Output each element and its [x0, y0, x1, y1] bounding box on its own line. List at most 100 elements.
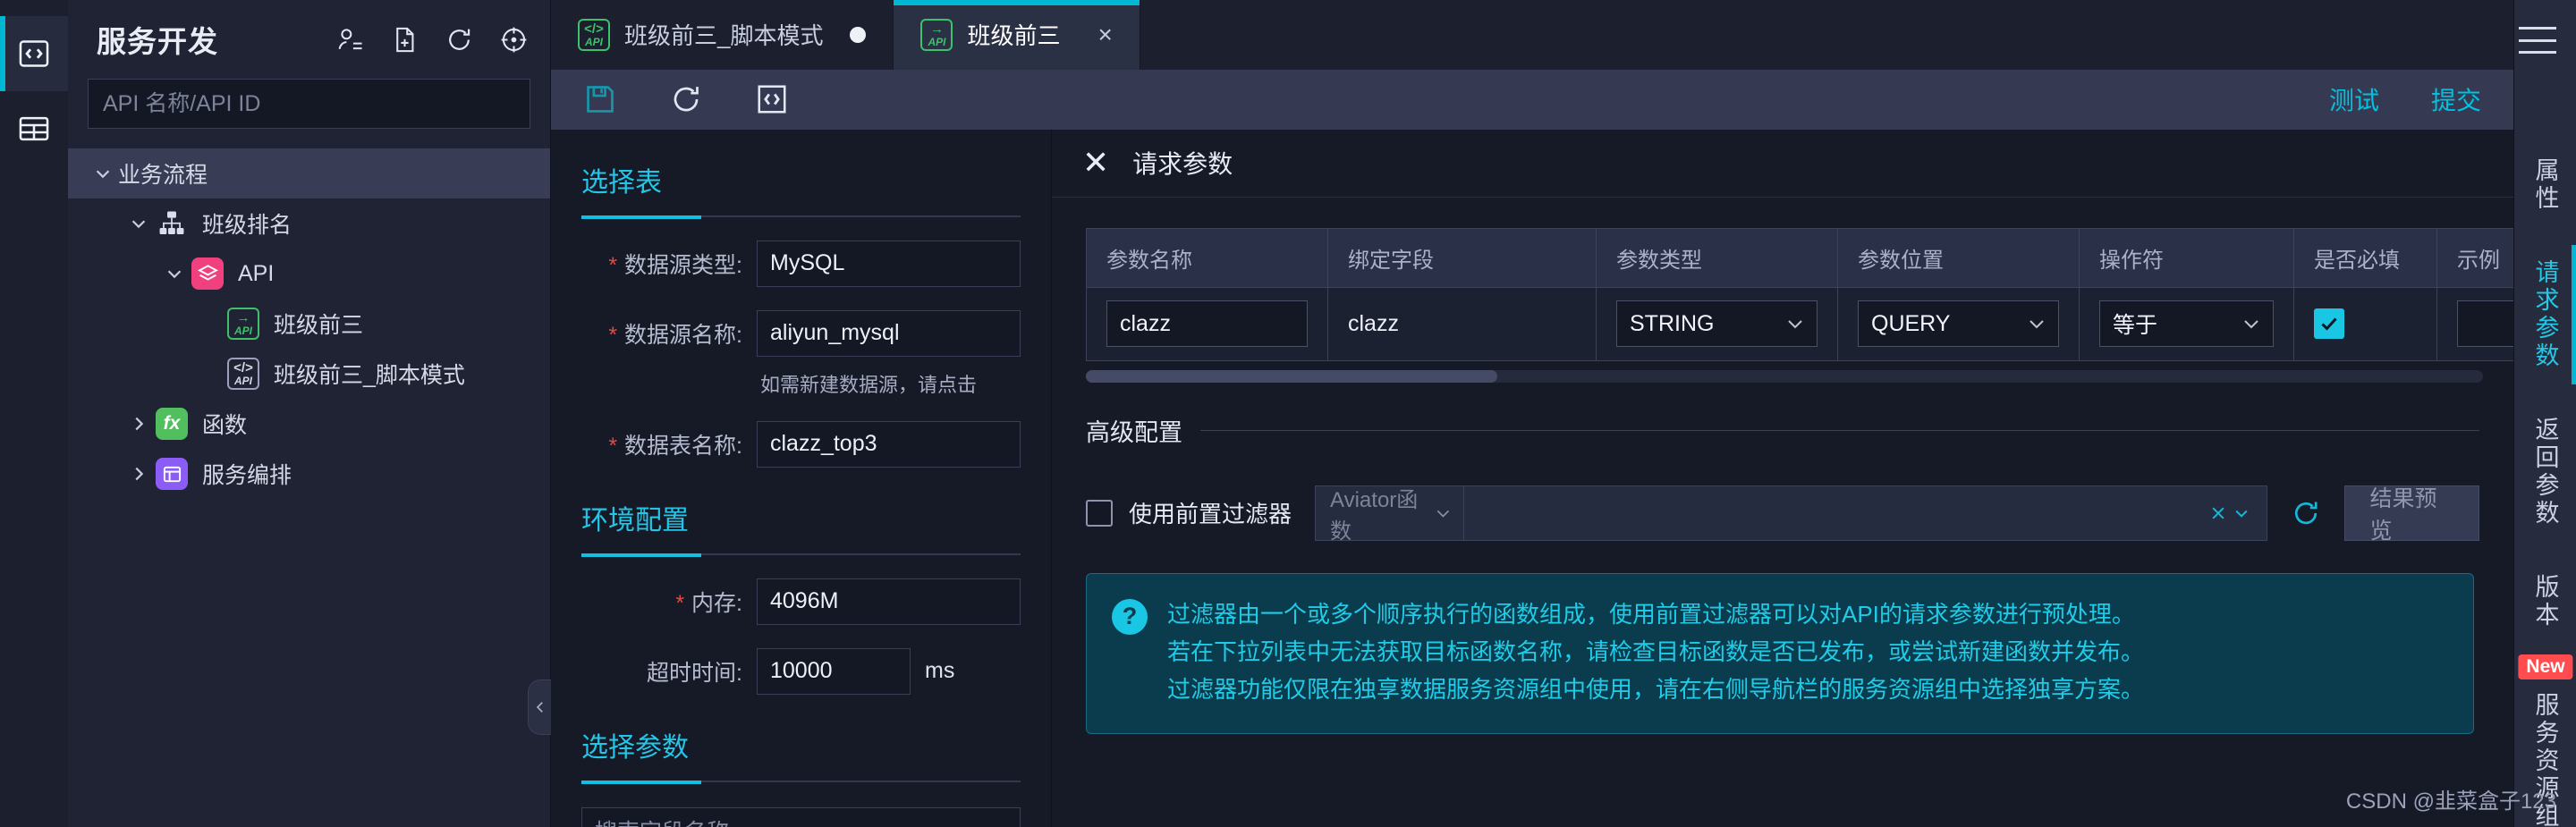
tree-item-functions[interactable]: fx 函数	[68, 399, 550, 449]
table-row: clazz clazz STRING QUERY 等于	[1086, 286, 2513, 361]
api-arrow-icon: → API	[920, 18, 953, 51]
field-timeout: 超时时间: 10000 ms	[581, 647, 1021, 695]
datasource-name-select[interactable]: aliyun_mysql	[757, 309, 1021, 357]
toolbar-actions: 测试 提交	[2329, 81, 2481, 117]
tree-item-label: 班级前三	[274, 313, 364, 338]
pre-filter-row: 使用前置过滤器 Aviator函数 结果预览	[1086, 485, 2479, 544]
tip-line: 若在下拉列表中无法获取目标函数名称，请检查目标函数是否已发布，或尝试新建函数并发…	[1167, 637, 2145, 665]
save-button[interactable]	[583, 82, 617, 116]
clear-and-dropdown[interactable]	[2209, 504, 2250, 522]
tree-item-class-ranking[interactable]: 班级排名	[68, 198, 550, 249]
param-type-select[interactable]: STRING	[1616, 300, 1818, 348]
field-value: MySQL	[770, 250, 845, 276]
refresh-icon[interactable]	[445, 25, 474, 55]
close-icon[interactable]	[2209, 504, 2227, 522]
question-icon: ?	[1112, 598, 1148, 635]
rail-item-table[interactable]	[0, 91, 68, 166]
memory-select[interactable]: 4096M	[757, 578, 1021, 625]
cell-operator: 等于	[2079, 286, 2294, 361]
cell-required	[2293, 286, 2437, 361]
right-tab-request-params[interactable]: 请求参数	[2514, 236, 2576, 393]
tree-item-service-orchestration[interactable]: 服务编排	[68, 449, 550, 499]
table-horizontal-scrollbar[interactable]	[1086, 369, 2483, 383]
chevron-down-icon[interactable]	[159, 264, 190, 283]
chevron-down-icon[interactable]	[123, 214, 154, 233]
chevron-right-icon[interactable]	[123, 464, 154, 484]
right-tab-response-params[interactable]: 返回参数	[2514, 393, 2576, 551]
column-header-bind-field: 绑定字段	[1327, 228, 1597, 288]
test-button[interactable]: 测试	[2329, 81, 2379, 117]
param-name-input[interactable]: clazz	[1106, 300, 1308, 348]
layers-icon	[190, 256, 225, 291]
datasource-type-select[interactable]: MySQL	[757, 240, 1021, 287]
api-code-icon: </> API	[578, 18, 610, 51]
editor-body: 选择表 * 数据源类型: MySQL * 数据源名称: aliyun_mysql 如…	[551, 129, 2513, 827]
use-pre-filter-checkbox[interactable]	[1086, 499, 1113, 527]
table-name-select[interactable]: clazz_top3	[757, 420, 1021, 468]
tree-item-class-top3-script[interactable]: </> API 班级前三_脚本模式	[68, 349, 550, 399]
submit-button[interactable]: 提交	[2431, 81, 2481, 117]
rail-item-code[interactable]	[0, 16, 68, 91]
request-params-pane: ✕ 请求参数 参数名称 绑定字段 参数类型 参数位置 操作符 是否必填 示例 c…	[1052, 129, 2513, 827]
aviator-function-select[interactable]: Aviator函数	[1315, 485, 1464, 544]
flow-icon	[154, 456, 190, 492]
chevron-down-icon[interactable]	[2233, 504, 2250, 522]
cell-bind-field: clazz	[1327, 286, 1597, 361]
close-icon[interactable]: ✕	[1082, 147, 1109, 179]
section-divider	[581, 215, 1021, 219]
filter-function-input[interactable]	[1463, 485, 2267, 541]
field-datasource-name: * 数据源名称: aliyun_mysql	[581, 309, 1021, 357]
operator-select[interactable]: 等于	[2099, 300, 2274, 348]
tip-lines: 过滤器由一个或多个顺序执行的函数组成，使用前置过滤器可以对API的请求参数进行预…	[1167, 595, 2144, 708]
select-placeholder: Aviator函数	[1330, 487, 1419, 544]
save-icon	[587, 86, 614, 114]
field-label: * 数据表名称:	[608, 433, 742, 459]
tab-close-icon[interactable]: ×	[1097, 21, 1112, 47]
section-divider	[581, 780, 1021, 784]
timeout-unit: ms	[925, 658, 955, 684]
config-form-pane: 选择表 * 数据源类型: MySQL * 数据源名称: aliyun_mysql 如…	[551, 129, 1052, 827]
tab-class-top3[interactable]: → API 班级前三 ×	[894, 0, 1140, 70]
right-tab-label: 返回参数	[2531, 417, 2559, 527]
tab-class-top3-script[interactable]: </> API 班级前三_脚本模式	[551, 0, 894, 70]
required-mark: *	[675, 590, 685, 616]
refresh-functions-button[interactable]	[2291, 498, 2321, 528]
icon-rail	[0, 0, 68, 827]
menu-icon[interactable]	[2519, 27, 2556, 54]
file-add-icon[interactable]	[390, 25, 419, 55]
required-mark: *	[608, 322, 618, 348]
filter-help-tip: ? 过滤器由一个或多个顺序执行的函数组成，使用前置过滤器可以对API的请求参数进…	[1086, 572, 2474, 735]
tree-item-class-top3[interactable]: → API 班级前三	[68, 299, 550, 349]
editor-tabbar: </> API 班级前三_脚本模式 → API 班级前三 ×	[551, 0, 2513, 70]
timeout-input[interactable]: 10000	[757, 647, 911, 695]
example-input[interactable]	[2457, 300, 2513, 348]
required-checkbox[interactable]	[2314, 308, 2344, 340]
field-label: * 数据源名称:	[608, 322, 742, 348]
cell-value: 等于	[2113, 313, 2158, 339]
tree-item-business-flow[interactable]: 业务流程	[68, 148, 550, 198]
right-tab-properties[interactable]: 属性	[2514, 134, 2576, 236]
check-icon	[2321, 317, 2337, 331]
field-search-input[interactable]: 搜索字段名称	[581, 806, 1021, 827]
tree-item-label: 班级前三_脚本模式	[274, 363, 465, 388]
right-tab-version[interactable]: 版本	[2514, 551, 2576, 653]
collapse-sidebar-handle[interactable]	[528, 679, 551, 735]
right-tab-label: 属性	[2531, 157, 2559, 213]
chevron-down-icon[interactable]	[88, 164, 118, 183]
cell-example	[2436, 286, 2513, 361]
tree-item-api-folder[interactable]: API	[68, 249, 550, 299]
reload-button[interactable]	[669, 82, 703, 116]
chevron-right-icon[interactable]	[123, 414, 154, 434]
page-title: 服务开发	[97, 25, 218, 58]
field-datasource-type: * 数据源类型: MySQL	[581, 240, 1021, 287]
cell-param-type: STRING	[1596, 286, 1838, 361]
right-tab-label: 请求参数	[2531, 259, 2559, 370]
target-icon[interactable]	[499, 25, 529, 55]
view-code-button[interactable]	[755, 82, 789, 116]
search-input[interactable]	[88, 79, 530, 129]
result-preview-button[interactable]: 结果预览	[2343, 485, 2479, 544]
api-tree: 业务流程 班级排名 API → API 班级前三 </> API 班级前三_脚本…	[68, 148, 550, 499]
code-icon	[19, 40, 49, 67]
user-add-icon[interactable]	[335, 25, 365, 55]
param-position-select[interactable]: QUERY	[1858, 300, 2059, 348]
